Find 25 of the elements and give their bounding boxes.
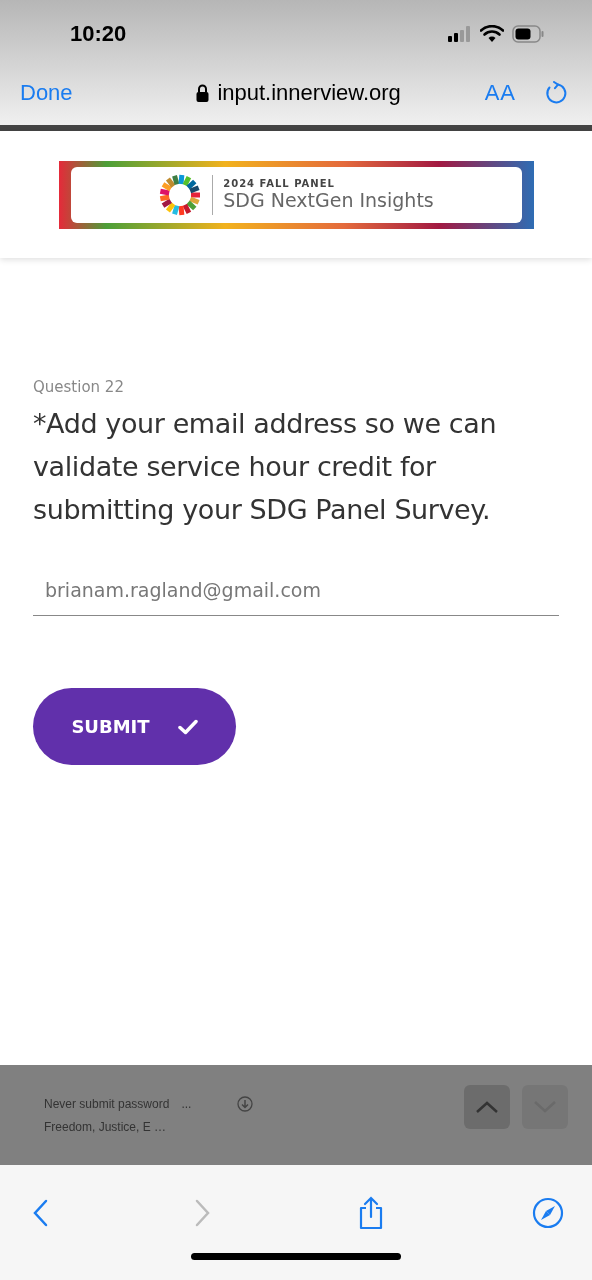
status-time: 10:20 (70, 21, 127, 47)
chevron-up-icon (475, 1100, 499, 1114)
url-text[interactable]: input.innerview.org (217, 79, 401, 106)
back-button[interactable] (32, 1198, 48, 1227)
submit-button[interactable]: SUBMIT (33, 688, 236, 765)
autofill-suggestion[interactable]: Never submit password (44, 1097, 170, 1111)
previous-field-button[interactable] (464, 1085, 510, 1129)
check-icon (177, 718, 198, 735)
lock-icon (196, 83, 210, 102)
battery-icon (512, 25, 544, 43)
email-field[interactable]: brianam.ragland@gmail.com (33, 571, 559, 616)
sdg-wheel-icon (158, 172, 203, 217)
banner-eyebrow: 2024 FALL PANEL (223, 178, 336, 189)
compass-icon[interactable] (531, 1196, 564, 1229)
text-size-button[interactable]: AA (484, 79, 516, 106)
done-button[interactable]: Done (20, 79, 73, 106)
download-icon[interactable] (237, 1096, 254, 1112)
autofill-suggestion[interactable]: Freedom, Justice, E … (44, 1120, 254, 1134)
wifi-icon (480, 25, 504, 43)
signal-icon (448, 26, 472, 42)
reload-icon[interactable] (544, 80, 568, 105)
more-text: ... (181, 1097, 192, 1111)
question-text: *Add your email address so we can validate service hour credit for submitting your SDG Panel Survey. (33, 407, 498, 527)
question-number: Question 22 (33, 378, 124, 396)
banner-title: SDG NextGen Insights (223, 189, 434, 211)
